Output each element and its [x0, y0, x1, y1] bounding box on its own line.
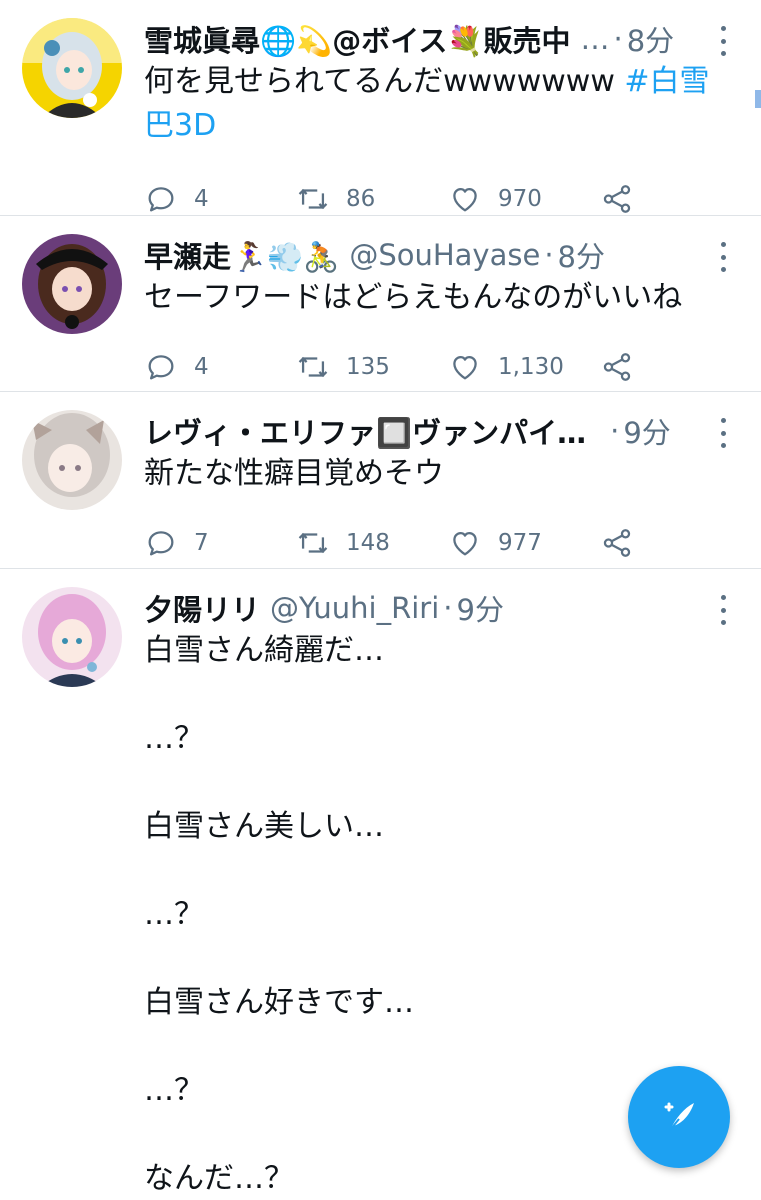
tweet-header: 早瀬走🏃‍♀️💨🚴 @SouHayase · 8分	[144, 234, 713, 276]
reply-count: 7	[194, 530, 209, 556]
tweet[interactable]: 雪城眞尋🌐💫@ボイス💐販売中 … · 8分 何を見せられてるんだwwwwwww …	[0, 0, 761, 216]
like-count: 977	[498, 530, 542, 556]
retweet-count: 135	[346, 354, 390, 380]
handle[interactable]: …	[580, 22, 609, 56]
share-button[interactable]	[600, 182, 650, 216]
timestamp[interactable]: 9分	[623, 410, 670, 452]
tweet-text-plain: 何を見せられてるんだwwwwwww	[144, 64, 625, 99]
tweet-text: 何を見せられてるんだwwwwwww #白雪巴3D	[144, 60, 713, 148]
tweet-text: セーフワードはどらえもんなのがいいね	[144, 280, 683, 315]
share-icon	[603, 353, 631, 381]
tweet-line: …？	[144, 897, 204, 932]
retweet-button[interactable]: 86	[296, 182, 448, 216]
tweet[interactable]: 早瀬走🏃‍♀️💨🚴 @SouHayase · 8分 セーフワードはどらえもんなの…	[0, 216, 761, 392]
tweet-line: 白雪さん好きです…	[144, 985, 414, 1020]
retweet-icon	[298, 188, 328, 210]
avatar[interactable]	[22, 587, 122, 687]
avatar[interactable]	[22, 18, 122, 118]
more-options-button[interactable]	[715, 418, 731, 448]
more-icon	[720, 595, 726, 600]
timestamp[interactable]: 8分	[627, 18, 674, 60]
retweet-icon	[298, 356, 328, 378]
handle[interactable]: @Yuuhi_Riri	[270, 591, 439, 625]
display-name[interactable]: 早瀬走🏃‍♀️💨🚴	[144, 234, 339, 276]
more-options-button[interactable]	[715, 26, 731, 56]
like-button[interactable]: 1,130	[448, 350, 600, 384]
like-icon	[453, 531, 477, 556]
tweet-header: 雪城眞尋🌐💫@ボイス💐販売中 … · 8分	[144, 18, 713, 60]
reply-count: 4	[194, 354, 209, 380]
reply-button[interactable]: 7	[144, 526, 296, 560]
more-options-button[interactable]	[715, 242, 731, 272]
tweet-line: 白雪さん美しい…	[144, 809, 384, 844]
reply-icon	[148, 187, 174, 212]
reply-icon	[148, 355, 174, 380]
tweet-line: …？	[144, 1073, 204, 1108]
separator: ·	[613, 22, 623, 56]
like-button[interactable]: 977	[448, 526, 600, 560]
tweet[interactable]: レヴィ・エリファ🔲ヴァンパイ… · 9分 新たな性癖目覚めそウ 7 148 97…	[0, 392, 761, 569]
avatar[interactable]	[22, 234, 122, 334]
like-icon	[453, 187, 477, 212]
timestamp[interactable]: 8分	[558, 234, 605, 276]
reply-button[interactable]: 4	[144, 182, 296, 216]
separator: ·	[610, 414, 620, 448]
reply-button[interactable]: 4	[144, 350, 296, 384]
like-icon	[453, 355, 477, 380]
separator: ·	[544, 238, 554, 272]
more-icon	[720, 26, 726, 31]
handle[interactable]: @SouHayase	[349, 238, 540, 272]
retweet-button[interactable]: 135	[296, 350, 448, 384]
reply-icon	[148, 531, 174, 556]
like-count: 1,130	[498, 354, 564, 380]
tweet-header: 夕陽リリ @Yuuhi_Riri · 9分	[144, 587, 713, 629]
share-button[interactable]	[600, 350, 650, 384]
display-name[interactable]: 雪城眞尋🌐💫@ボイス💐販売中	[144, 18, 570, 60]
retweet-icon	[298, 532, 328, 554]
tweet-line: 白雪さん綺麗だ…	[144, 633, 384, 668]
tweet-line: なんだ…？	[144, 1161, 294, 1196]
timeline: 雪城眞尋🌐💫@ボイス💐販売中 … · 8分 何を見せられてるんだwwwwwww …	[0, 0, 761, 1200]
share-icon	[603, 185, 631, 213]
compose-tweet-button[interactable]	[628, 1066, 730, 1168]
separator: ·	[443, 591, 453, 625]
share-button[interactable]	[600, 526, 650, 560]
more-options-button[interactable]	[715, 595, 731, 625]
like-count: 970	[498, 186, 542, 212]
tweet-text: 新たな性癖目覚めそウ	[144, 456, 444, 491]
tweet-actions: 7 148 977	[144, 508, 713, 578]
retweet-count: 86	[346, 186, 376, 212]
tweet-line: …？	[144, 721, 204, 756]
display-name[interactable]: 夕陽リリ	[144, 587, 260, 629]
retweet-button[interactable]: 148	[296, 526, 448, 560]
display-name[interactable]: レヴィ・エリファ🔲ヴァンパイ…	[144, 410, 586, 452]
retweet-count: 148	[346, 530, 390, 556]
avatar[interactable]	[22, 410, 122, 510]
tweet-header: レヴィ・エリファ🔲ヴァンパイ… · 9分	[144, 410, 713, 452]
timestamp[interactable]: 9分	[457, 587, 504, 629]
like-button[interactable]: 970	[448, 182, 600, 216]
compose-icon	[664, 1102, 694, 1131]
reply-count: 4	[194, 186, 209, 212]
share-icon	[603, 529, 631, 557]
more-icon	[720, 242, 726, 247]
more-icon	[720, 418, 726, 423]
